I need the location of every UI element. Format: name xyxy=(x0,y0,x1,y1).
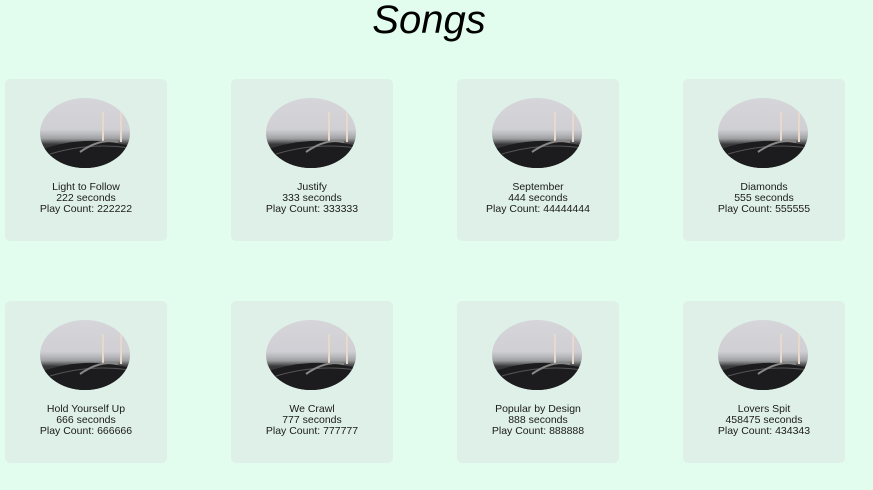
song-meta: Hold Yourself Up 666 seconds Play Count:… xyxy=(5,404,167,437)
song-play-count: Play Count: 777777 xyxy=(265,425,359,437)
song-card[interactable]: September 444 seconds Play Count: 444444… xyxy=(457,79,619,241)
song-play-count: Play Count: 555555 xyxy=(717,203,811,215)
song-card[interactable]: Lovers Spit 458475 seconds Play Count: 4… xyxy=(683,301,845,463)
song-play-count: Play Count: 44444444 xyxy=(486,203,590,215)
song-play-count: Play Count: 222222 xyxy=(39,203,133,215)
song-grid: Light to Follow 222 seconds Play Count: … xyxy=(5,79,845,463)
song-card[interactable]: Popular by Design 888 seconds Play Count… xyxy=(457,301,619,463)
vinyl-record-icon xyxy=(40,320,130,390)
page-title: Songs xyxy=(372,0,486,42)
vinyl-record-icon xyxy=(718,98,808,168)
song-card[interactable]: Light to Follow 222 seconds Play Count: … xyxy=(5,79,167,241)
vinyl-record-icon xyxy=(40,98,130,168)
song-card[interactable]: Justify 333 seconds Play Count: 333333 xyxy=(231,79,393,241)
song-meta: September 444 seconds Play Count: 444444… xyxy=(457,182,619,215)
vinyl-record-icon xyxy=(718,320,808,390)
vinyl-record-icon xyxy=(266,98,356,168)
vinyl-record-icon xyxy=(492,320,582,390)
song-meta: Light to Follow 222 seconds Play Count: … xyxy=(5,182,167,215)
song-play-count: Play Count: 666666 xyxy=(39,425,133,437)
song-meta: Popular by Design 888 seconds Play Count… xyxy=(457,404,619,437)
song-play-count: Play Count: 888888 xyxy=(491,425,585,437)
song-play-count: Play Count: 434343 xyxy=(717,425,811,437)
song-card[interactable]: Hold Yourself Up 666 seconds Play Count:… xyxy=(5,301,167,463)
vinyl-record-icon xyxy=(492,98,582,168)
song-meta: Lovers Spit 458475 seconds Play Count: 4… xyxy=(683,404,845,437)
song-meta: Diamonds 555 seconds Play Count: 555555 xyxy=(683,182,845,215)
song-card[interactable]: Diamonds 555 seconds Play Count: 555555 xyxy=(683,79,845,241)
song-meta: Justify 333 seconds Play Count: 333333 xyxy=(231,182,393,215)
song-play-count: Play Count: 333333 xyxy=(265,203,359,215)
vinyl-record-icon xyxy=(266,320,356,390)
song-meta: We Crawl 777 seconds Play Count: 777777 xyxy=(231,404,393,437)
song-card[interactable]: We Crawl 777 seconds Play Count: 777777 xyxy=(231,301,393,463)
